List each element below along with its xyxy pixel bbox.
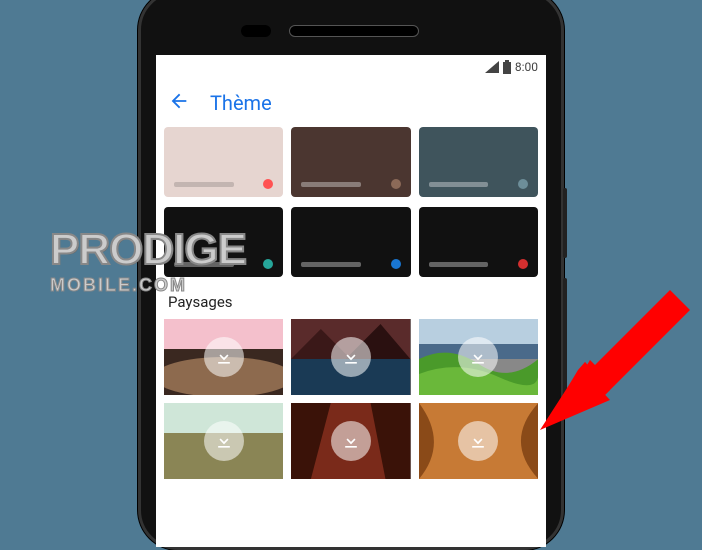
landscape-thumb[interactable] <box>291 319 410 395</box>
swatch-dot <box>263 179 273 189</box>
landscape-thumb[interactable] <box>419 319 538 395</box>
download-icon <box>468 347 488 367</box>
download-button[interactable] <box>204 421 244 461</box>
download-icon <box>341 431 361 451</box>
status-time: 8:00 <box>515 60 538 74</box>
page-title: Thème <box>210 91 272 115</box>
section-title-landscapes: Paysages <box>164 287 538 319</box>
phone-button-volume <box>563 278 567 398</box>
content-area: Paysages <box>156 127 546 479</box>
phone-frame: 8:00 Thème <box>138 0 564 550</box>
arrow-left-icon <box>168 90 190 112</box>
phone-speaker <box>289 25 419 37</box>
landscape-thumb[interactable] <box>164 319 283 395</box>
download-button[interactable] <box>458 337 498 377</box>
landscape-thumb[interactable] <box>291 403 410 479</box>
download-button[interactable] <box>204 337 244 377</box>
phone-button-power <box>563 188 567 258</box>
download-button[interactable] <box>331 337 371 377</box>
theme-swatch[interactable] <box>291 207 410 277</box>
swatch-dot <box>391 259 401 269</box>
swatch-dot <box>518 179 528 189</box>
download-icon <box>214 431 234 451</box>
landscape-thumb[interactable] <box>164 403 283 479</box>
theme-swatch[interactable] <box>164 207 283 277</box>
status-bar: 8:00 <box>156 55 546 79</box>
swatch-bar <box>174 262 234 267</box>
swatch-bar <box>301 262 361 267</box>
theme-swatch[interactable] <box>291 127 410 197</box>
theme-swatch[interactable] <box>419 207 538 277</box>
swatch-dot <box>263 259 273 269</box>
theme-swatch[interactable] <box>419 127 538 197</box>
theme-row-1 <box>164 127 538 197</box>
download-icon <box>341 347 361 367</box>
download-icon <box>468 431 488 451</box>
download-button[interactable] <box>458 421 498 461</box>
swatch-bar <box>301 182 361 187</box>
phone-screen: 8:00 Thème <box>156 55 546 547</box>
back-button[interactable] <box>168 90 190 116</box>
swatch-dot <box>391 179 401 189</box>
theme-row-2 <box>164 207 538 277</box>
landscape-row-2 <box>164 403 538 479</box>
app-bar: Thème <box>156 79 546 127</box>
phone-camera <box>241 25 271 37</box>
battery-icon <box>503 60 511 74</box>
phone-bezel-top <box>141 0 561 61</box>
signal-icon <box>485 61 499 73</box>
swatch-bar <box>429 262 489 267</box>
landscape-row-1 <box>164 319 538 395</box>
swatch-bar <box>429 182 489 187</box>
theme-swatch[interactable] <box>164 127 283 197</box>
swatch-dot <box>518 259 528 269</box>
landscape-thumb[interactable] <box>419 403 538 479</box>
swatch-bar <box>174 182 234 187</box>
download-icon <box>214 347 234 367</box>
download-button[interactable] <box>331 421 371 461</box>
